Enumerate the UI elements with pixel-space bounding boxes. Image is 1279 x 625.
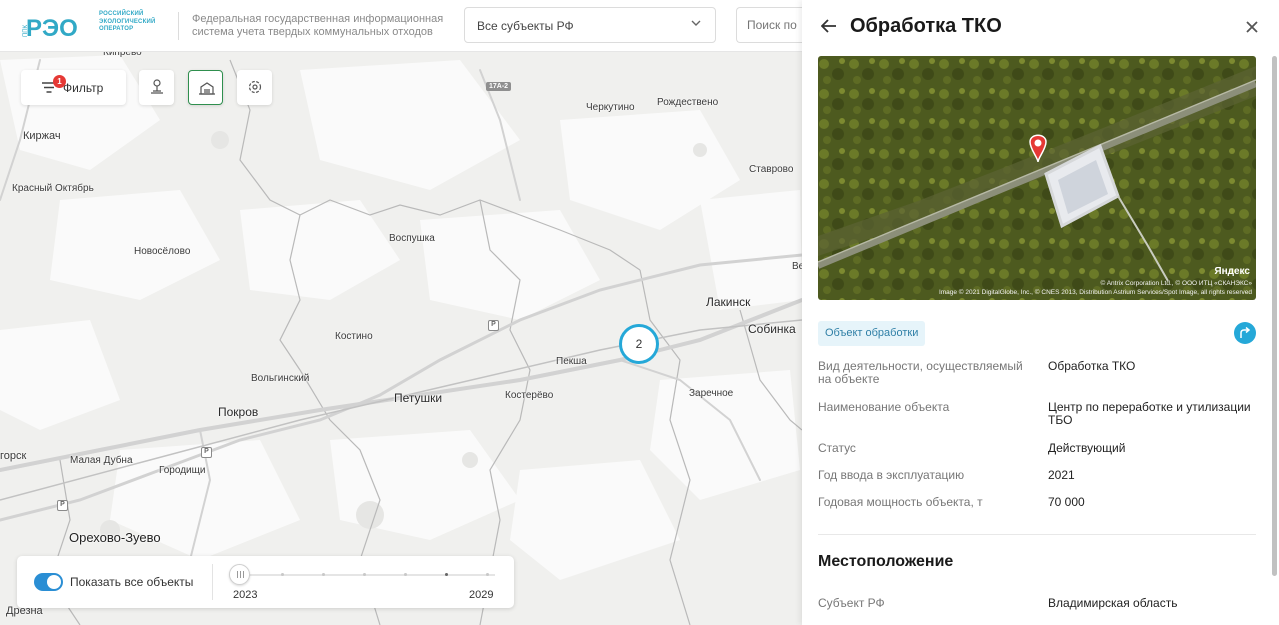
route-arrow-icon: [1240, 327, 1251, 338]
field-value: Действующий: [1048, 441, 1126, 455]
panel-scrollbar[interactable]: [1272, 56, 1277, 576]
place-lakinsk: Лакинск: [706, 295, 751, 309]
app-root: Орехово-Зуево Киржач Красный Октябрь Нов…: [0, 0, 1279, 625]
search-input[interactable]: [736, 7, 802, 43]
field-label: Вид деятельности, осуществляемый на объе…: [818, 359, 1023, 386]
place-gorsk: горск: [0, 450, 27, 462]
recycling-plant-icon: [199, 82, 215, 95]
region-select[interactable]: Все субъекты РФ: [464, 7, 716, 43]
app-header: ППК РЭО РОССИЙСКИЙ ЭКОЛОГИЧЕСКИЙ ОПЕРАТО…: [0, 0, 802, 52]
place-zarechnoe: Заречное: [689, 388, 734, 399]
system-title: Федеральная государственная информационн…: [192, 13, 444, 38]
panel-title: Обработка ТКО: [850, 15, 1002, 37]
location-section-title: Местоположение: [818, 553, 954, 570]
place-rozhdestveno: Рождествено: [657, 97, 719, 108]
field-value: 70 000: [1048, 495, 1085, 509]
settings-layer-button[interactable]: [237, 70, 272, 105]
route-button[interactable]: [1234, 322, 1256, 344]
object-type-tag: Объект обработки: [818, 321, 926, 346]
pin-layer-button[interactable]: [139, 70, 174, 105]
field-label: Наименование объекта: [818, 400, 950, 414]
place-stavrovo: Ставрово: [749, 164, 794, 175]
place-cherkutino: Черкутино: [586, 102, 635, 113]
toggle-knob: [47, 575, 61, 589]
back-arrow-icon[interactable]: [821, 19, 837, 33]
year-slider-handle[interactable]: [229, 564, 250, 585]
field-label: Годовая мощность объекта, т: [818, 495, 983, 509]
place-malaya-dubna: Малая Дубна: [70, 455, 133, 466]
place-sobinka: Собинка: [748, 322, 796, 336]
slider-tick: [322, 573, 325, 576]
logo-org-name: РОССИЙСКИЙ ЭКОЛОГИЧЕСКИЙ ОПЕРАТОР: [99, 11, 156, 32]
close-icon[interactable]: [1245, 20, 1259, 34]
slider-tick: [486, 573, 489, 576]
field-value: Владимирская область: [1048, 596, 1178, 610]
place-gorodishchi: Городищи: [159, 465, 206, 476]
place-kirzhach: Киржач: [23, 130, 61, 142]
region-select-value: Все субъекты РФ: [477, 19, 574, 33]
place-ve: Ве: [792, 261, 802, 272]
road-marker-icon: Р: [57, 500, 68, 511]
show-all-toggle[interactable]: [34, 573, 63, 591]
road-number-badge: 17А-2: [486, 82, 512, 91]
map-canvas[interactable]: Орехово-Зуево Киржач Красный Октябрь Нов…: [0, 0, 802, 625]
map-provider-logo: Яндекс: [1214, 266, 1250, 277]
year-end-label: 2029: [469, 589, 494, 601]
place-petushki: Петушки: [394, 391, 443, 405]
place-pokrov: Покров: [218, 405, 259, 419]
satellite-photo: Яндекс © Antrix Corporation Ltd., © ООО …: [818, 56, 1256, 300]
slider-tick: [404, 573, 407, 576]
slider-tick: [445, 573, 448, 576]
place-novoselovo: Новосёлово: [134, 246, 191, 257]
satellite-image: [818, 56, 1256, 300]
road-marker-icon: Р: [488, 320, 499, 331]
processing-layer-button[interactable]: [188, 70, 223, 105]
show-all-label: Показать все объекты: [70, 575, 194, 589]
place-orekhovo-zuevo: Орехово-Зуево: [69, 530, 161, 545]
place-peksha: Пекша: [556, 356, 587, 367]
pin-icon: [151, 79, 163, 94]
slider-tick: [281, 573, 284, 576]
field-label: Год ввода в эксплуатацию: [818, 468, 965, 482]
section-divider: [818, 534, 1256, 535]
field-label: Субъект РФ: [818, 596, 885, 610]
place-krasny-oktyabr: Красный Октябрь: [12, 183, 94, 194]
image-credit-1: © Antrix Corporation Ltd., © ООО ИТЦ «СК…: [1100, 280, 1252, 287]
object-cluster-marker[interactable]: 2: [619, 324, 659, 364]
filter-label: Фильтр: [63, 81, 104, 95]
logo-main-text: РЭО: [26, 15, 78, 42]
year-start-label: 2023: [233, 589, 258, 601]
field-value: 2021: [1048, 468, 1075, 482]
filter-button[interactable]: 1 Фильтр: [21, 70, 126, 105]
place-volginsky: Вольгинский: [251, 373, 310, 384]
year-slider-track[interactable]: [237, 574, 495, 576]
image-credit-2: Image © 2021 DigitalGlobe, Inc., © CNES …: [938, 289, 1252, 296]
field-value: Центр по переработке и утилизации ТБО: [1048, 400, 1251, 427]
field-label: Статус: [818, 441, 856, 455]
chevron-down-icon: [691, 20, 701, 26]
settings-object-icon: [248, 80, 262, 94]
timeline-panel: Показать все объекты 2023 2029: [17, 556, 514, 608]
timeline-divider: [212, 564, 213, 600]
road-marker-icon: Р: [201, 447, 212, 458]
header-divider: [178, 12, 179, 40]
place-kosterevo: Костерёво: [505, 390, 554, 401]
slider-tick: [363, 573, 366, 576]
object-details-panel: Обработка ТКО Яндекс © Antrix Corporatio…: [802, 0, 1279, 625]
place-kostino: Костино: [335, 331, 373, 342]
field-value: Обработка ТКО: [1048, 359, 1136, 373]
place-vospushka: Воспушка: [389, 233, 435, 244]
